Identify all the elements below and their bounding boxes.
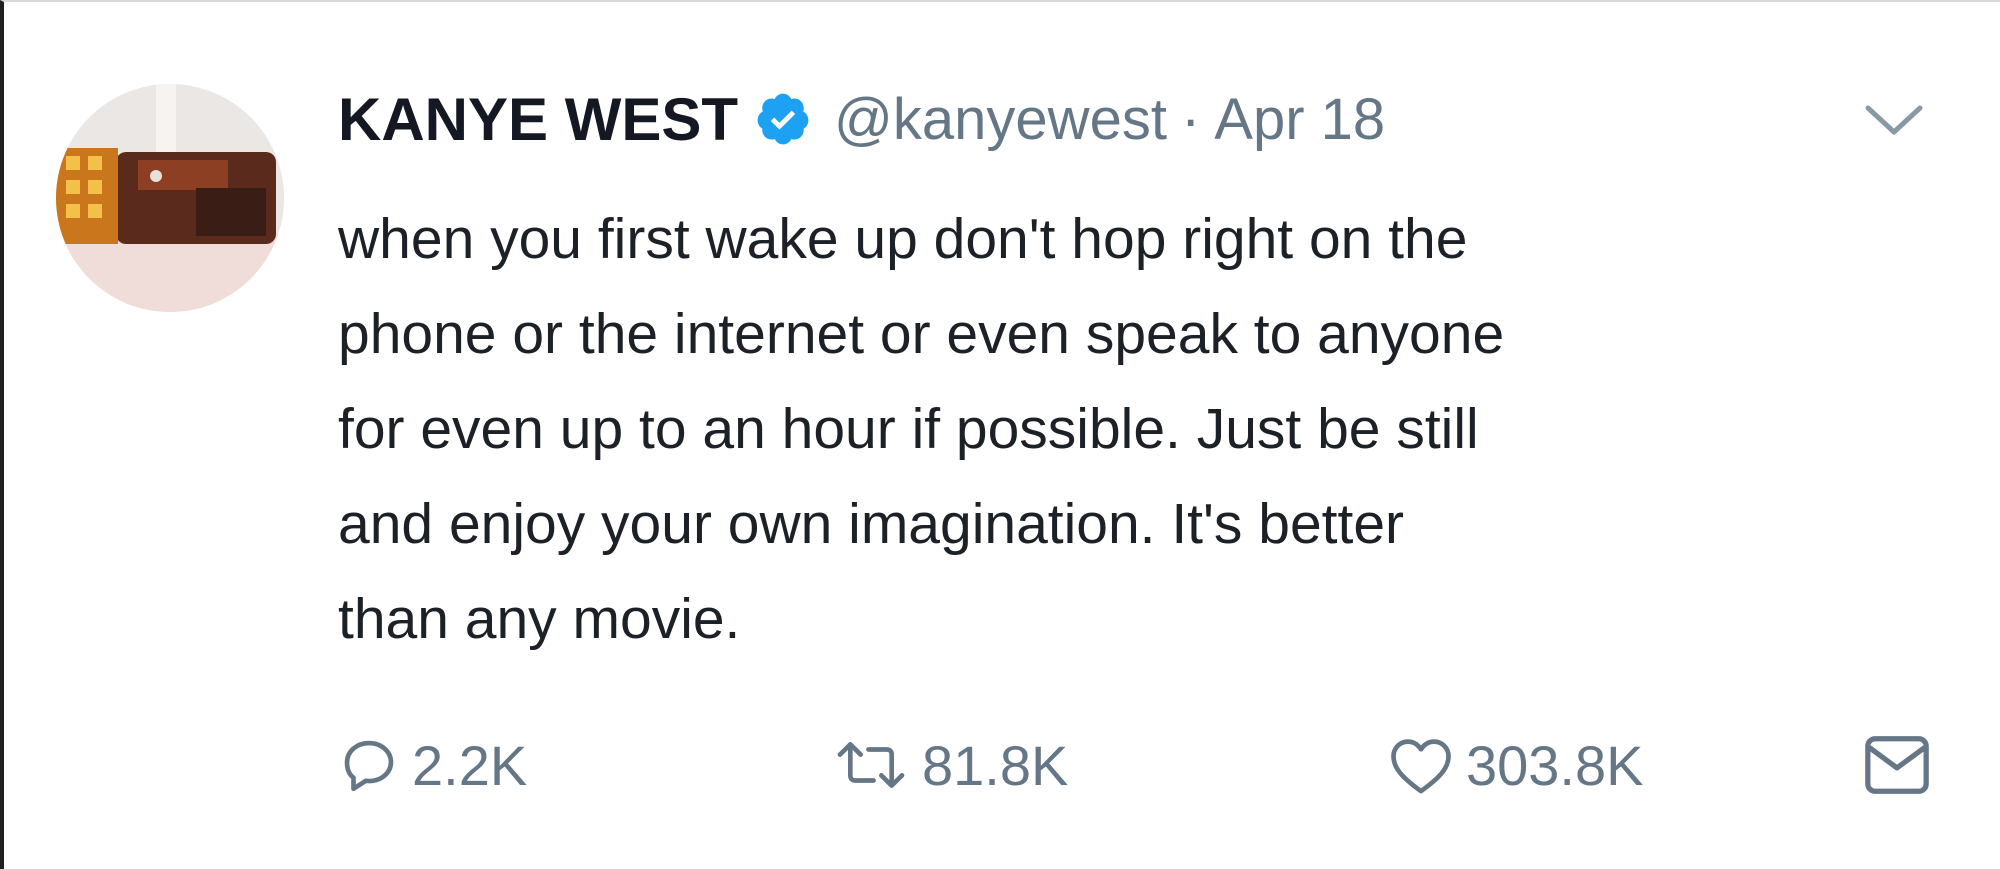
heart-icon <box>1391 739 1451 794</box>
separator-dot: · <box>1180 86 1201 152</box>
tweet-text-line: phone or the internet or even speak to a… <box>338 302 1505 366</box>
chevron-down-icon[interactable] <box>1862 100 1926 140</box>
avatar-image <box>56 84 284 312</box>
tweet-text-line: for even up to an hour if possible. Just… <box>338 397 1479 461</box>
tweet-card: KANYE WEST @kanyewest · Apr 18 when you … <box>0 0 2000 869</box>
like-button[interactable]: 303.8K <box>1388 720 1644 810</box>
tweet-text: when you first wake up don't hop right o… <box>338 192 1938 667</box>
retweet-count: 81.8K <box>922 733 1069 797</box>
verified-badge-icon <box>754 90 812 148</box>
like-count: 303.8K <box>1466 733 1644 797</box>
tweet-header: KANYE WEST @kanyewest · Apr 18 <box>338 84 1385 154</box>
reply-count: 2.2K <box>412 733 528 797</box>
direct-message-button[interactable] <box>1862 720 1944 810</box>
tweet-text-line: than any movie. <box>338 587 741 651</box>
tweet-actions: 2.2K 81.8K 303.8K <box>4 720 2000 810</box>
tweet-text-line: when you first wake up don't hop right o… <box>338 207 1468 271</box>
tweet-date[interactable]: Apr 18 <box>1214 86 1385 153</box>
author-handle[interactable]: @kanyewest <box>834 86 1167 153</box>
avatar[interactable] <box>56 84 284 312</box>
retweet-button[interactable]: 81.8K <box>832 720 1068 810</box>
author-name[interactable]: KANYE WEST <box>338 85 738 154</box>
envelope-icon <box>1865 736 1929 794</box>
retweet-icon <box>837 742 905 788</box>
reply-button[interactable]: 2.2K <box>338 720 527 810</box>
tweet-text-line: and enjoy your own imagination. It's bet… <box>338 492 1404 556</box>
reply-icon <box>344 740 394 792</box>
